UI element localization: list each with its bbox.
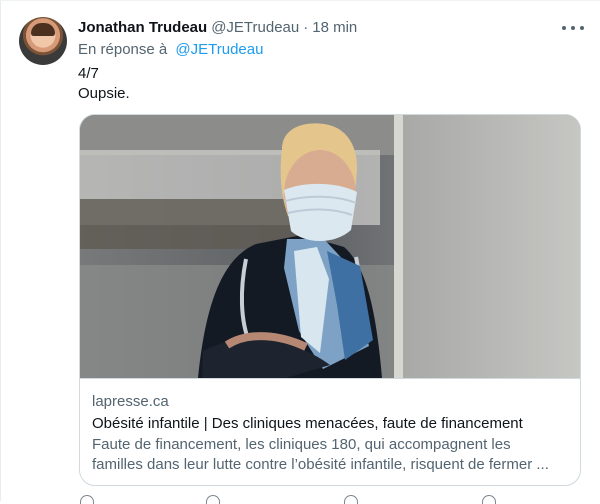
tweet-line-2: Oupsie. bbox=[78, 85, 130, 102]
more-dot-1 bbox=[562, 26, 566, 30]
reply-label: En réponse à bbox=[78, 41, 168, 58]
tweet-line-1: 4/7 bbox=[78, 65, 99, 82]
share-icon[interactable] bbox=[482, 495, 496, 504]
card-title[interactable]: Obésité infantile | Des cliniques menacé… bbox=[92, 415, 523, 432]
tweet-body: 4/7 Oupsie. bbox=[78, 64, 130, 104]
tweet-time[interactable]: 18 min bbox=[312, 19, 357, 36]
card-domain[interactable]: lapresse.ca bbox=[92, 393, 169, 410]
timeline-border-top bbox=[0, 0, 600, 1]
more-horizontal-icon[interactable] bbox=[562, 22, 584, 34]
card-description[interactable]: Faute de financement, les cliniques 180,… bbox=[92, 435, 562, 475]
card-image[interactable] bbox=[80, 115, 580, 378]
tweet-actions-partial bbox=[78, 495, 538, 504]
author-handle[interactable]: @JETrudeau bbox=[211, 19, 299, 36]
more-dot-2 bbox=[571, 26, 575, 30]
avatar[interactable] bbox=[19, 17, 67, 65]
author-name[interactable]: Jonathan Trudeau bbox=[78, 19, 207, 36]
reply-context: En réponse à @JETrudeau bbox=[78, 41, 263, 58]
timeline-border-left bbox=[0, 0, 1, 501]
retweet-icon[interactable] bbox=[206, 495, 220, 504]
separator-dot: · bbox=[303, 19, 309, 36]
tweet-header: Jonathan Trudeau @JETrudeau · 18 min bbox=[78, 19, 357, 39]
reply-handle-link[interactable]: @JETrudeau bbox=[175, 41, 263, 58]
more-dot-3 bbox=[580, 26, 584, 30]
like-icon[interactable] bbox=[344, 495, 358, 504]
card-divider bbox=[80, 378, 580, 379]
link-preview-card[interactable]: lapresse.ca Obésité infantile | Des clin… bbox=[79, 114, 581, 486]
reply-icon[interactable] bbox=[80, 495, 94, 504]
